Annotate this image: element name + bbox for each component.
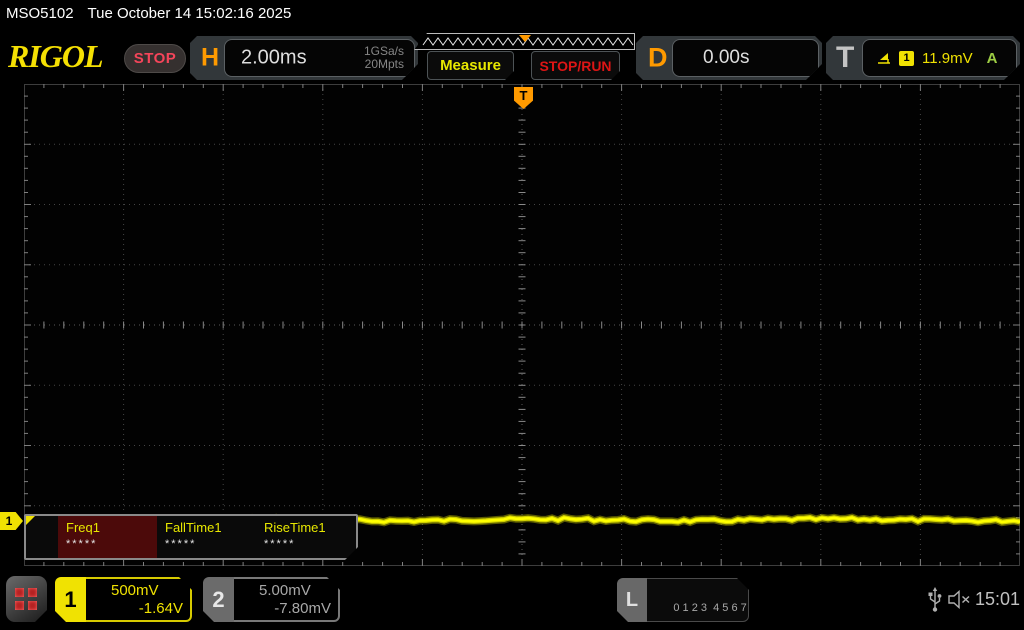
clock: 15:01: [975, 589, 1021, 609]
measure-button[interactable]: Measure: [427, 51, 514, 80]
trigger-box[interactable]: T 1 11.9mV A: [826, 36, 1020, 80]
titlebar: MSO5102 Tue October 14 15:02:16 2025: [6, 5, 291, 22]
horizontal-timebase-box[interactable]: H 2.00ms 1GSa/s 20Mpts: [190, 36, 418, 80]
trigger-sweep-mode: A: [986, 49, 998, 67]
channel1-scale: 500mV: [111, 582, 159, 599]
channel2-body: 5.00mV -7.80mV: [234, 577, 340, 622]
datetime: Tue October 14 15:02:16 2025: [87, 5, 292, 22]
run-state-badge: STOP: [124, 44, 186, 73]
memory-depth: 20Mpts: [364, 57, 404, 71]
sample-rate: 1GSa/s: [363, 44, 404, 58]
rising-edge-trigger-icon: [877, 50, 891, 66]
speaker-muted-icon: [948, 590, 970, 609]
trigger-label: T: [836, 41, 855, 74]
graticule[interactable]: T 1 Freq1 ***** FallTime1 ***** RiseTime…: [0, 84, 1021, 566]
logic-channel-list: 0 1 2 3 4 5 6 7 8 9 10 11 12 13 14 15: [647, 578, 749, 622]
logic-row1: 0 1 2 3 4 5 6 7: [673, 602, 747, 614]
measurement-item-risetime[interactable]: RiseTime1 *****: [256, 516, 355, 558]
grid-and-waveform-svg: [23, 84, 1021, 566]
measurement-panel[interactable]: Freq1 ***** FallTime1 ***** RiseTime1 **…: [24, 514, 358, 560]
usb-icon: [928, 587, 942, 612]
delay-box[interactable]: D 0.00s: [636, 36, 822, 80]
channel2-tab[interactable]: 2: [203, 577, 234, 622]
oscilloscope-screen: MSO5102 Tue October 14 15:02:16 2025 RIGO…: [0, 0, 1024, 630]
logic-channels-box[interactable]: L 0 1 2 3 4 5 6 7 8 9 10 11 12 13 14 15: [617, 578, 749, 622]
channel2-scale: 5.00mV: [259, 582, 311, 599]
channel1-ground-marker-icon[interactable]: 1: [0, 512, 23, 530]
horizontal-pill: 2.00ms 1GSa/s 20Mpts: [224, 39, 415, 77]
delay-value: 0.00s: [703, 47, 750, 68]
channel2-status-box[interactable]: 2 5.00mV -7.80mV: [203, 577, 340, 622]
rigol-logo: RIGOL: [8, 38, 104, 74]
timebase-value: 2.00ms: [241, 46, 307, 69]
channel1-tab[interactable]: 1: [55, 577, 86, 622]
model-name: MSO5102: [6, 5, 74, 22]
trigger-source-badge: 1: [899, 51, 914, 66]
stop-run-button[interactable]: STOP/RUN: [531, 51, 620, 80]
channel1-body: 500mV -1.64V: [86, 577, 192, 622]
channel1-offset: -1.64V: [138, 600, 183, 617]
channel1-status-box[interactable]: 1 500mV -1.64V: [55, 577, 192, 622]
measurement-item-freq[interactable]: Freq1 *****: [58, 516, 157, 558]
measurement-item-falltime[interactable]: FallTime1 *****: [157, 516, 256, 558]
trigger-pill: 1 11.9mV A: [862, 39, 1017, 77]
panel-fold-icon: [26, 516, 35, 525]
horizontal-label: H: [201, 43, 220, 72]
waveform-preview-strip[interactable]: [414, 33, 635, 50]
delay-label: D: [648, 42, 668, 73]
menu-button[interactable]: [6, 576, 47, 622]
preview-trigger-position-icon: [519, 35, 531, 42]
acquisition-rates: 1GSa/s 20Mpts: [364, 45, 404, 71]
menu-grid-icon: [15, 588, 38, 611]
logic-tab[interactable]: L: [617, 578, 647, 622]
delay-pill: 0.00s: [672, 39, 819, 77]
trigger-level-value: 11.9mV: [922, 49, 973, 67]
channel2-offset: -7.80mV: [274, 600, 331, 617]
